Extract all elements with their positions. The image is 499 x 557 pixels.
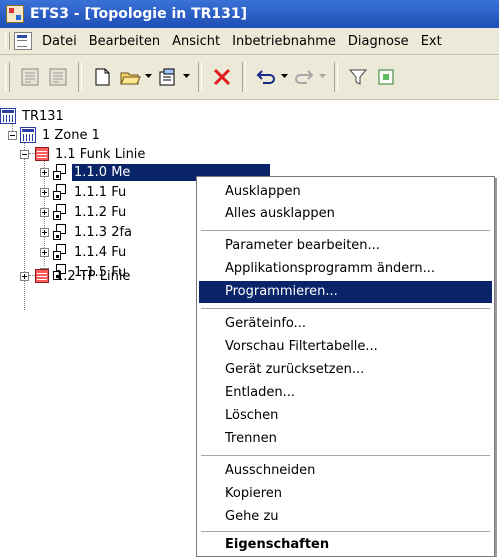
tree-item-device[interactable]: 1.1.1 Fu: [40, 182, 128, 202]
menu-item-ausschneiden[interactable]: Ausschneiden: [199, 460, 492, 482]
open-project-button[interactable]: [16, 63, 44, 91]
redo-button[interactable]: [290, 63, 318, 91]
menu-separator: [201, 230, 490, 232]
menu-item-vorschau-filtertabelle[interactable]: Vorschau Filtertabelle...: [199, 336, 492, 358]
toolbar-separator: [334, 62, 338, 92]
chevron-down-icon: [183, 74, 190, 78]
menu-item-geraeteinfo[interactable]: Geräteinfo...: [199, 313, 492, 335]
delete-x-icon: [213, 68, 231, 86]
menu-item-parameter-bearbeiten[interactable]: Parameter bearbeiten...: [199, 235, 492, 257]
filter-icon: [348, 69, 368, 85]
undo-icon: [256, 70, 275, 84]
tree-label-device: 1.1.2 Fu: [74, 204, 127, 220]
tree-label-line-2: 1.2 TP Linie: [55, 268, 131, 284]
menu-item-programmieren[interactable]: Programmieren...: [199, 281, 492, 303]
chevron-down-icon: [281, 74, 288, 78]
menu-bearbeiten[interactable]: Bearbeiten: [83, 34, 166, 49]
import-icon: [159, 68, 175, 86]
menu-item-loeschen[interactable]: Löschen: [199, 405, 492, 427]
document-icon[interactable]: [14, 32, 32, 50]
menu-item-alles-ausklappen[interactable]: Alles ausklappen: [199, 203, 492, 225]
expand-toggle[interactable]: [20, 271, 29, 281]
menu-item-ausklappen[interactable]: Ausklappen: [199, 181, 492, 203]
menu-inbetriebnahme[interactable]: Inbetriebnahme: [226, 34, 342, 49]
redo-dropdown[interactable]: [318, 63, 328, 91]
menu-datei[interactable]: Datei: [36, 34, 83, 49]
redo-icon: [295, 70, 314, 84]
tree-item-zone[interactable]: 1 Zone 1: [8, 125, 102, 145]
menu-bar: Datei Bearbeiten Ansicht Inbetriebnahme …: [0, 28, 499, 55]
ets-app-icon[interactable]: [6, 5, 24, 23]
tree-label-device: 1.1.1 Fu: [74, 184, 127, 200]
line-icon: [35, 269, 49, 283]
tree-item-line-2[interactable]: 1.2 TP Linie: [20, 266, 132, 286]
menu-item-trennen[interactable]: Trennen: [199, 428, 492, 450]
open-dropdown[interactable]: [144, 63, 154, 91]
toolbar-separator: [242, 62, 246, 92]
toolbar-separator: [78, 62, 82, 92]
menu-item-kopieren[interactable]: Kopieren: [199, 483, 492, 505]
tree-label-zone: 1 Zone 1: [42, 127, 100, 143]
expand-toggle[interactable]: [40, 207, 49, 217]
device-icon: [52, 223, 68, 241]
expand-toggle[interactable]: [40, 167, 49, 177]
tree-item-line[interactable]: 1.1 Funk Linie: [20, 144, 147, 164]
menu-item-gehe-zu[interactable]: Gehe zu: [199, 506, 492, 528]
tree-item-root[interactable]: TR131: [0, 106, 66, 126]
open-button[interactable]: [116, 63, 144, 91]
toolbar-grip[interactable]: [5, 62, 10, 92]
line-icon: [35, 147, 49, 161]
new-document-icon: [95, 68, 110, 86]
tree-item-device[interactable]: 1.1.4 Fu: [40, 242, 128, 262]
toolbar: [0, 55, 499, 100]
close-project-button[interactable]: [44, 63, 72, 91]
delete-button[interactable]: [208, 63, 236, 91]
chevron-down-icon: [145, 74, 152, 78]
tree-item-device[interactable]: 1.1.2 Fu: [40, 202, 128, 222]
next-tool-button[interactable]: [372, 63, 400, 91]
toolbar-separator: [198, 62, 202, 92]
undo-button[interactable]: [252, 63, 280, 91]
expand-toggle[interactable]: [40, 247, 49, 257]
tree-label-device: 1.1.3 2fa: [74, 224, 133, 240]
menu-item-applikationsprogramm-aendern[interactable]: Applikationsprogramm ändern...: [199, 258, 492, 280]
filter-button[interactable]: [344, 63, 372, 91]
import-dropdown[interactable]: [182, 63, 192, 91]
menu-extras[interactable]: Ext: [415, 34, 448, 49]
collapse-toggle[interactable]: [8, 130, 17, 140]
zone-icon: [20, 127, 36, 143]
undo-dropdown[interactable]: [280, 63, 290, 91]
import-button[interactable]: [154, 63, 182, 91]
device-icon: [52, 203, 68, 221]
close-project-icon: [49, 68, 67, 86]
menu-diagnose[interactable]: Diagnose: [342, 34, 415, 49]
menu-item-entladen[interactable]: Entladen...: [199, 382, 492, 404]
window-title: ETS3 - [Topologie in TR131]: [30, 6, 248, 22]
device-icon: [52, 163, 68, 181]
tree-label-root: TR131: [22, 108, 64, 124]
context-menu: Ausklappen Alles ausklappen Parameter be…: [196, 176, 495, 557]
menu-separator: [201, 531, 490, 533]
tree-label-line: 1.1 Funk Linie: [55, 146, 146, 162]
tree-item-device[interactable]: 1.1.3 2fa: [40, 222, 134, 242]
menu-separator: [201, 308, 490, 310]
topology-icon: [0, 108, 16, 124]
tool-icon: [378, 69, 394, 85]
menubar-grip[interactable]: [5, 32, 10, 50]
title-bar[interactable]: ETS3 - [Topologie in TR131]: [0, 0, 499, 28]
menu-item-geraet-zuruecksetzen[interactable]: Gerät zurücksetzen...: [199, 359, 492, 381]
open-project-icon: [21, 68, 39, 86]
expand-toggle[interactable]: [40, 187, 49, 197]
new-button[interactable]: [88, 63, 116, 91]
collapse-toggle[interactable]: [20, 149, 29, 159]
open-folder-icon: [120, 72, 141, 85]
menu-separator: [201, 455, 490, 457]
device-icon: [52, 183, 68, 201]
expand-toggle[interactable]: [40, 227, 49, 237]
menu-ansicht[interactable]: Ansicht: [166, 34, 226, 49]
device-icon: [52, 243, 68, 261]
tree-label-device: 1.1.4 Fu: [74, 244, 127, 260]
menu-item-eigenschaften[interactable]: Eigenschaften: [199, 534, 492, 556]
chevron-down-icon: [319, 74, 326, 78]
